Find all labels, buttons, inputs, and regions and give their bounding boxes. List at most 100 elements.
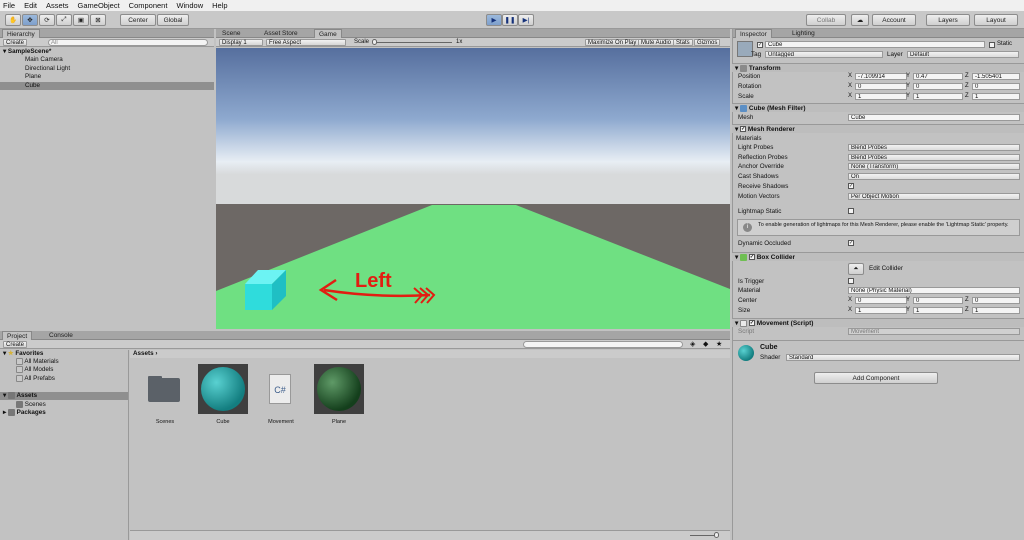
shader-dropdown[interactable]: Standard <box>786 354 1020 361</box>
center-z-input[interactable]: 0 <box>972 297 1020 304</box>
dynamic-occluded-checkbox[interactable]: ✓ <box>848 240 854 246</box>
layout-dropdown[interactable]: Layout <box>974 14 1018 26</box>
asset-tile[interactable]: Plane <box>314 364 364 436</box>
renderer-row-dropdown[interactable]: Per Object Motion <box>848 192 1020 200</box>
mesh-renderer-header[interactable]: ▾ ✓ Mesh Renderer <box>732 124 1024 133</box>
collider-material-field[interactable]: None (Physic Material) <box>848 287 1020 294</box>
favorites-node[interactable]: ▾ ★ Favorites <box>0 350 128 358</box>
hierarchy-item[interactable]: Main Camera <box>0 56 214 64</box>
hierarchy-item[interactable]: Directional Light <box>0 65 214 73</box>
gizmos-dropdown[interactable]: Gizmos <box>694 39 721 46</box>
maximize-on-play-toggle[interactable]: Maximize On Play <box>585 39 640 46</box>
size-x-input[interactable]: 1 <box>855 307 907 314</box>
cloud-icon[interactable]: ☁ <box>851 14 869 26</box>
static-checkbox[interactable] <box>989 42 995 48</box>
transform-x-input[interactable]: -7.109914 <box>855 73 907 80</box>
mute-audio-toggle[interactable]: Mute Audio <box>638 39 675 46</box>
tab-lighting[interactable]: Lighting <box>788 29 819 38</box>
menu-component[interactable]: Component <box>129 1 168 10</box>
project-create-button[interactable]: Create <box>3 341 28 348</box>
layer-dropdown[interactable]: Default <box>907 51 1019 58</box>
receive-shadows-checkbox[interactable]: ✓ <box>848 182 854 189</box>
menu-help[interactable]: Help <box>212 1 227 10</box>
renderer-row-dropdown[interactable]: On <box>848 173 1020 181</box>
transform-z-input[interactable]: 1 <box>972 93 1020 100</box>
tab-project[interactable]: Project <box>2 331 33 340</box>
materials-foldout[interactable]: Materials <box>736 135 762 142</box>
mesh-renderer-enabled[interactable]: ✓ <box>740 126 747 133</box>
movement-enabled[interactable]: ✓ <box>748 320 755 327</box>
icon-size-thumb[interactable] <box>714 532 719 538</box>
tab-inspector[interactable]: Inspector <box>735 29 772 38</box>
star-icon[interactable]: ★ <box>716 340 722 348</box>
tree-item[interactable]: All Materials <box>0 358 128 366</box>
center-x-input[interactable]: 0 <box>855 297 907 304</box>
transform-tool-icon[interactable]: ⊠ <box>90 14 106 26</box>
size-z-input[interactable]: 1 <box>972 307 1020 314</box>
tree-item[interactable]: All Models <box>0 366 128 374</box>
pause-icon[interactable]: ❚❚ <box>502 14 518 26</box>
asset-tile[interactable]: C# Movement <box>258 370 304 436</box>
hierarchy-create-button[interactable]: Create <box>3 39 28 46</box>
tab-hierarchy[interactable]: Hierarchy <box>2 29 40 38</box>
transform-z-input[interactable]: 0 <box>972 83 1020 90</box>
hierarchy-item-selected[interactable]: Cube <box>0 82 214 90</box>
hand-tool-icon[interactable]: ✋ <box>5 14 21 26</box>
account-dropdown[interactable]: Account <box>872 14 916 26</box>
center-y-input[interactable]: 0 <box>913 297 963 304</box>
step-icon[interactable]: ▶| <box>518 14 534 26</box>
breadcrumb-assets[interactable]: Assets <box>133 350 154 357</box>
renderer-row-dropdown[interactable]: Blend Probes <box>848 153 1020 161</box>
tag-dropdown[interactable]: Untagged <box>765 51 883 58</box>
transform-y-input[interactable]: 0.47 <box>913 73 963 80</box>
hierarchy-item[interactable]: Plane <box>0 73 214 81</box>
tree-item[interactable]: All Prefabs <box>0 375 128 383</box>
label-icon[interactable]: ◆ <box>703 340 708 348</box>
assets-node[interactable]: ▾ Assets <box>0 392 128 400</box>
edit-collider-icon[interactable]: ⏶ <box>848 263 864 275</box>
lightmap-static-checkbox[interactable] <box>848 208 854 214</box>
object-name-input[interactable]: Cube <box>765 41 985 48</box>
scale-slider-thumb[interactable] <box>372 39 377 45</box>
renderer-row-dropdown[interactable]: Blend Probes <box>848 144 1020 151</box>
project-search-input[interactable] <box>523 341 683 348</box>
menu-file[interactable]: File <box>3 1 15 10</box>
stats-toggle[interactable]: Stats <box>673 39 693 46</box>
packages-node[interactable]: ▸ Packages <box>0 409 128 417</box>
move-tool-icon[interactable]: ✥ <box>22 14 38 26</box>
add-component-button[interactable]: Add Component <box>814 372 938 384</box>
scale-slider[interactable] <box>374 42 452 43</box>
tab-console[interactable]: Console <box>45 331 77 340</box>
game-viewport[interactable]: Left <box>216 48 730 329</box>
hierarchy-search-input[interactable]: All <box>48 39 208 46</box>
menu-gameobject[interactable]: GameObject <box>78 1 120 10</box>
tree-item[interactable]: Scenes <box>0 401 128 409</box>
aspect-dropdown[interactable]: Free Aspect <box>266 39 346 46</box>
transform-header[interactable]: ▾ Transform <box>732 63 1024 72</box>
active-checkbox[interactable]: ✓ <box>757 42 763 48</box>
box-collider-header[interactable]: ▾ ✓ Box Collider <box>732 252 1024 261</box>
collab-button[interactable]: Collab <box>806 14 846 26</box>
layers-dropdown[interactable]: Layers <box>926 14 970 26</box>
mesh-filter-header[interactable]: ▾ Cube (Mesh Filter) <box>732 103 1024 112</box>
play-icon[interactable]: ▶ <box>486 14 502 26</box>
transform-y-input[interactable]: 1 <box>913 93 963 100</box>
asset-tile[interactable]: Cube <box>198 364 248 436</box>
tab-scene[interactable]: Scene <box>218 29 244 38</box>
movement-header[interactable]: ▾ ✓ Movement (Script) <box>732 318 1024 327</box>
pivot-global-button[interactable]: Global <box>157 14 189 26</box>
display-dropdown[interactable]: Display 1 <box>219 39 263 46</box>
menu-window[interactable]: Window <box>176 1 203 10</box>
transform-x-input[interactable]: 0 <box>855 83 907 90</box>
transform-x-input[interactable]: 1 <box>855 93 907 100</box>
mesh-field[interactable]: Cube <box>848 114 1020 121</box>
pivot-center-button[interactable]: Center <box>120 14 156 26</box>
transform-z-input[interactable]: -1.505401 <box>972 73 1020 80</box>
menu-assets[interactable]: Assets <box>46 1 69 10</box>
filter-icon[interactable]: ◈ <box>690 340 695 348</box>
scale-tool-icon[interactable]: ⤢ <box>56 14 72 26</box>
scene-root[interactable]: ▾ SampleScene* <box>0 48 214 56</box>
box-collider-enabled[interactable]: ✓ <box>748 254 755 261</box>
is-trigger-checkbox[interactable] <box>848 278 854 284</box>
renderer-row-dropdown[interactable]: None (Transform) <box>848 163 1020 171</box>
